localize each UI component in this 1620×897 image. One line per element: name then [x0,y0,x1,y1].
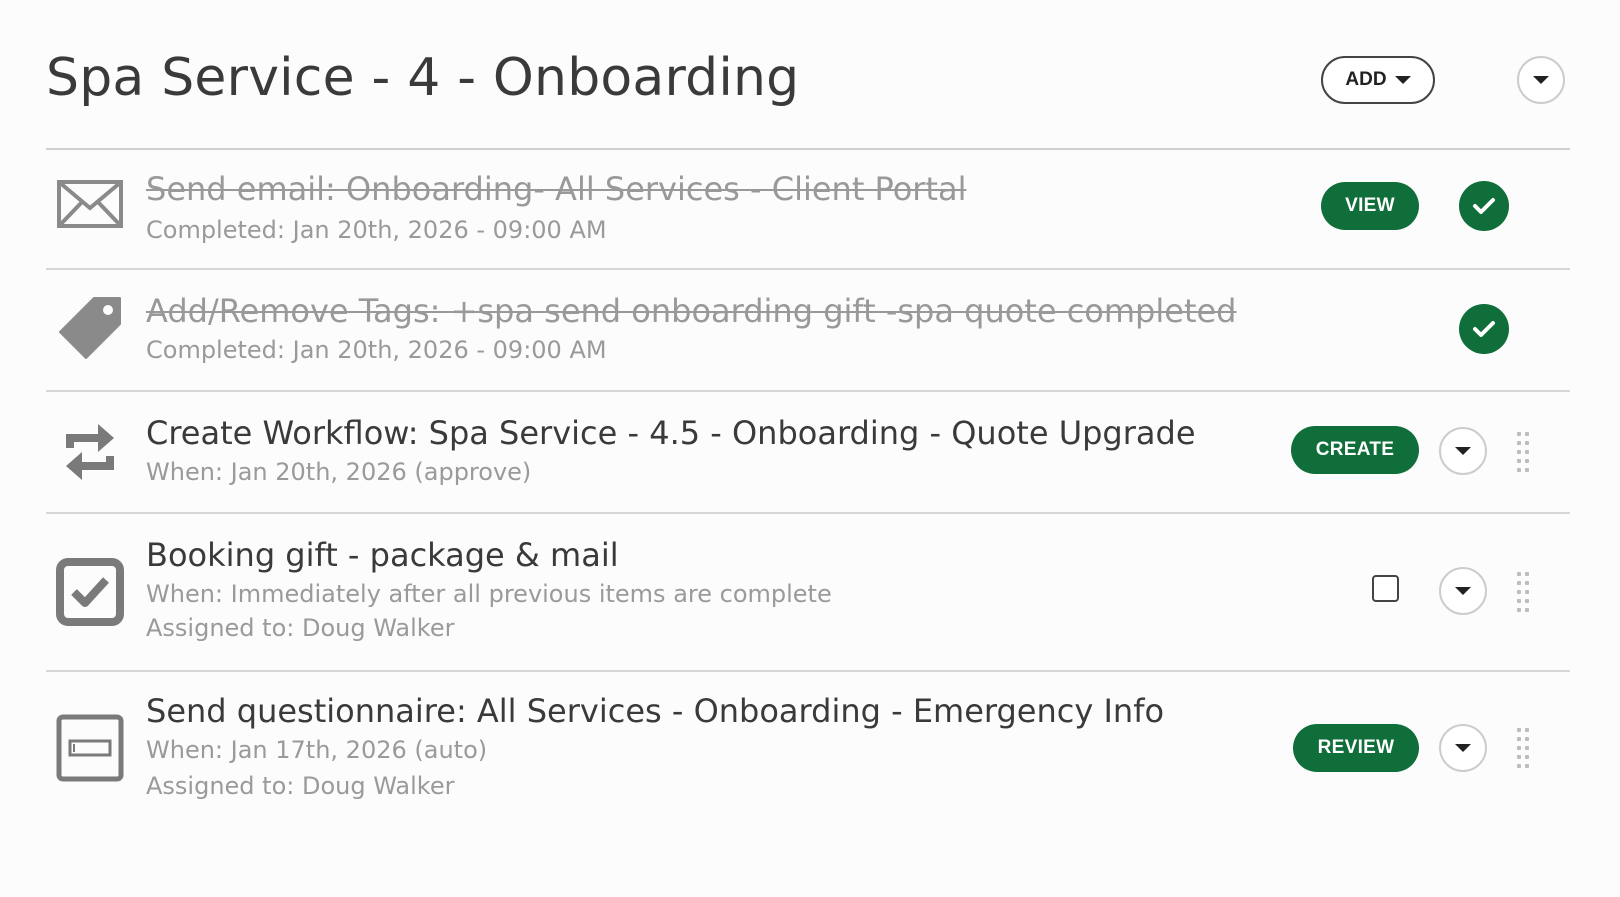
drag-handle[interactable] [1517,728,1531,768]
item-status-text: Completed: Jan 20th, 2026 - 09:00 AM [146,336,607,364]
caret-down-icon [1455,744,1471,752]
add-button[interactable]: ADD [1321,56,1435,104]
task-complete-checkbox[interactable] [1372,575,1399,602]
workflow-repeat-icon [56,418,124,486]
item-title: Add/Remove Tags: +spa send onboarding gi… [146,292,1237,330]
tag-icon [56,296,124,364]
item-dropdown-button[interactable] [1439,427,1487,475]
item-dropdown-button[interactable] [1439,567,1487,615]
item-when-text: When: Jan 20th, 2026 (approve) [146,458,532,486]
list-item: Send email: Onboarding- All Services - C… [46,148,1570,270]
item-title: Send questionnaire: All Services - Onboa… [146,692,1165,730]
questionnaire-form-icon [56,714,124,782]
workflow-page: Spa Service - 4 - Onboarding ADD Send em… [0,0,1620,897]
item-when-text: When: Immediately after all previous ite… [146,580,832,608]
completed-check-icon [1459,304,1509,354]
item-status-text: Completed: Jan 20th, 2026 - 09:00 AM [146,216,607,244]
list-item: Create Workflow: Spa Service - 4.5 - Onb… [46,392,1570,514]
item-when-text: When: Jan 17th, 2026 (auto) [146,736,488,764]
caret-down-icon [1455,587,1471,595]
item-assignee-text: Assigned to: Doug Walker [146,772,455,800]
list-item: Booking gift - package & mail When: Imme… [46,514,1570,672]
page-header: Spa Service - 4 - Onboarding ADD [46,40,1570,150]
drag-handle[interactable] [1517,432,1531,472]
view-button[interactable]: VIEW [1321,182,1419,230]
completed-check-icon [1459,181,1509,231]
caret-down-icon [1455,447,1471,455]
review-button[interactable]: REVIEW [1293,724,1419,772]
page-title: Spa Service - 4 - Onboarding [46,48,800,108]
checkbox-task-icon [56,558,124,626]
header-menu-dropdown-button[interactable] [1517,56,1565,104]
item-dropdown-button[interactable] [1439,724,1487,772]
create-button[interactable]: CREATE [1291,426,1419,474]
item-title: Booking gift - package & mail [146,536,619,574]
add-button-label: ADD [1345,69,1387,90]
caret-down-icon [1533,76,1549,84]
caret-down-icon [1394,76,1411,84]
item-assignee-text: Assigned to: Doug Walker [146,614,455,642]
drag-handle[interactable] [1517,572,1531,612]
envelope-icon [56,170,124,238]
item-title: Create Workflow: Spa Service - 4.5 - Onb… [146,414,1196,452]
item-title: Send email: Onboarding- All Services - C… [146,170,967,208]
list-item: Add/Remove Tags: +spa send onboarding gi… [46,270,1570,392]
list-item: Send questionnaire: All Services - Onboa… [46,672,1570,832]
